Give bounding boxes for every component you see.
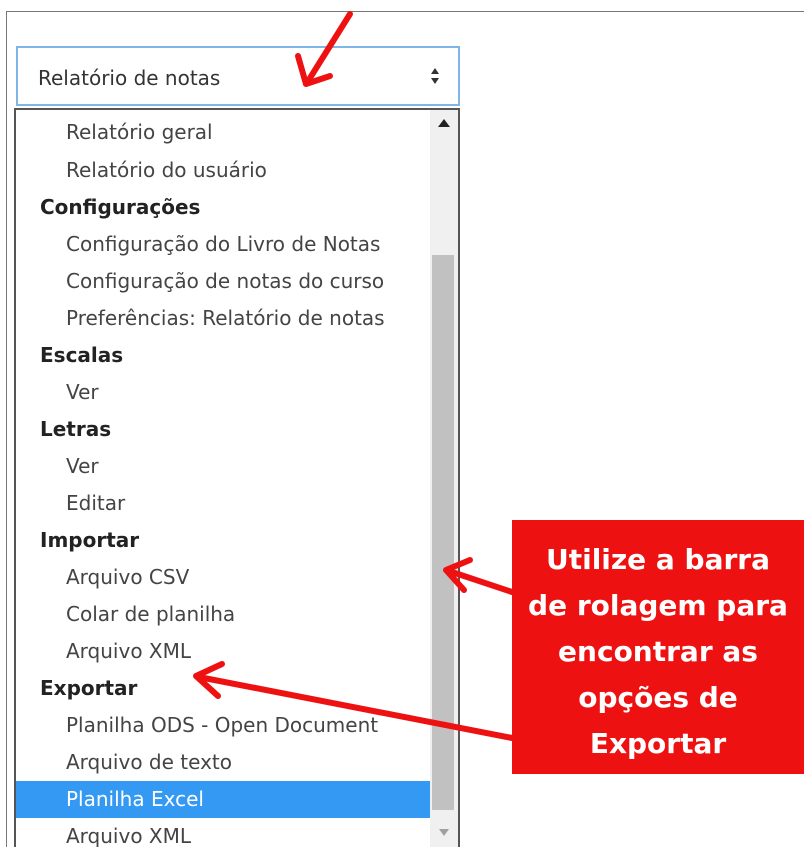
list-option[interactable]: Planilha Excel bbox=[16, 781, 432, 818]
optgroup-label: Escalas bbox=[40, 343, 124, 367]
list-option[interactable]: Editar bbox=[16, 485, 432, 522]
callout-line: Exportar bbox=[589, 727, 727, 760]
scroll-up-arrow-icon[interactable] bbox=[430, 110, 458, 140]
instruction-callout: Utilize a barra de rolagem para encontra… bbox=[512, 520, 804, 774]
list-option[interactable]: Arquivo CSV bbox=[16, 559, 432, 596]
list-option[interactable]: Planilha ODS - Open Document bbox=[16, 707, 432, 744]
grade-report-select[interactable]: Relatório de notas bbox=[16, 46, 460, 106]
callout-line: encontrar as bbox=[558, 635, 758, 668]
list-option[interactable]: Arquivo XML bbox=[16, 818, 432, 847]
list-option[interactable]: Arquivo XML bbox=[16, 633, 432, 670]
dropdown-options: Relatório geral Relatório do usuário Confi… bbox=[16, 110, 432, 847]
callout-line: opções de bbox=[578, 681, 738, 714]
list-option[interactable]: Ver bbox=[16, 448, 432, 485]
list-option[interactable]: Preferências: Relatório de notas bbox=[16, 300, 432, 337]
optgroup-label: Configurações bbox=[40, 195, 201, 219]
frame-left-border bbox=[6, 11, 7, 847]
list-option[interactable]: Colar de planilha bbox=[16, 596, 432, 633]
scroll-down-arrow-icon[interactable] bbox=[430, 817, 458, 847]
optgroup-label: Importar bbox=[40, 528, 140, 552]
list-option[interactable]: Relatório do usuário bbox=[16, 152, 432, 189]
list-option[interactable]: Arquivo de texto bbox=[16, 744, 432, 781]
list-option[interactable]: Configuração do Livro de Notas bbox=[16, 226, 432, 263]
list-option[interactable]: Ver bbox=[16, 374, 432, 411]
callout-line: de rolagem para bbox=[528, 589, 788, 622]
up-down-caret-icon bbox=[431, 68, 439, 84]
list-option[interactable]: Configuração de notas do curso bbox=[16, 263, 432, 300]
frame-top-border bbox=[6, 11, 804, 12]
list-option[interactable]: Relatório geral bbox=[16, 113, 432, 152]
dropdown-listbox[interactable]: Relatório geral Relatório do usuário Confi… bbox=[14, 108, 460, 847]
optgroup-label: Exportar bbox=[40, 676, 138, 700]
select-current-value: Relatório de notas bbox=[38, 66, 221, 90]
vertical-scrollbar[interactable] bbox=[430, 110, 458, 847]
scrollbar-thumb[interactable] bbox=[432, 255, 454, 810]
callout-line: Utilize a barra bbox=[545, 543, 771, 576]
optgroup-label: Letras bbox=[40, 417, 112, 441]
